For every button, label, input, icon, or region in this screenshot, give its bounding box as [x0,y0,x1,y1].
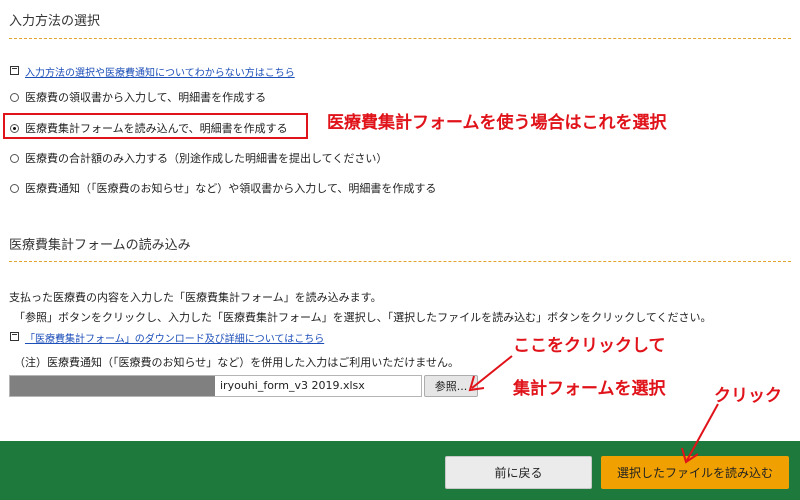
annotation-select-form: 集計フォームを選択 [513,379,666,399]
radio-button[interactable] [10,183,19,193]
radio-button[interactable] [10,92,19,102]
download-link[interactable]: 「医療費集計フォーム」のダウンロード及び詳細についてはこちら [25,330,324,345]
radio-option-receipts[interactable]: 医療費の領収書から入力して、明細書を作成する [10,89,266,105]
radio-label: 医療費の領収書から入力して、明細書を作成する [25,91,267,104]
arrow-to-browse-icon [468,355,513,392]
radio-button-selected[interactable] [10,123,19,133]
annotation-click-here: ここをクリックして [513,336,666,356]
description-line-1: 支払った医療費の内容を入力した「医療費集計フォーム」を読み込みます。 [9,291,382,304]
radio-option-notice[interactable]: 医療費通知（「医療費のお知らせ」など）や領収書から入力して、明細書を作成する [10,180,436,196]
help-link[interactable]: 入力方法の選択や医療費通知についてわからない方はこちら [25,64,295,79]
file-name: iryouhi_form_v3 2019.xlsx [220,379,365,392]
section-title-input-method: 入力方法の選択 [9,14,101,29]
section-divider [9,261,791,262]
radio-option-form[interactable]: 医療費集計フォームを読み込んで、明細書を作成する [10,120,288,136]
document-icon [10,332,19,341]
radio-label: 医療費の合計額のみ入力する（別途作成した明細書を提出してください） [25,152,388,165]
radio-label: 医療費集計フォームを読み込んで、明細書を作成する [25,122,288,135]
description-line-2: 「参照」ボタンをクリックし、入力した「医療費集計フォーム」を選択し、「選択したフ… [14,311,712,324]
radio-button[interactable] [10,153,19,163]
arrow-to-load-icon [681,403,719,464]
annotation-select-this: 医療費集計フォームを使う場合はこれを選択 [327,113,667,133]
back-button[interactable]: 前に戻る [445,456,592,489]
file-input[interactable]: iryouhi_form_v3 2019.xlsx [9,375,422,397]
note-text: （注）医療費通知（「医療費のお知らせ」など）を併用した入力はご利用いただけません… [14,356,459,369]
section-title-form-load: 医療費集計フォームの読み込み [9,238,191,253]
redacted-path [10,376,215,396]
radio-option-total[interactable]: 医療費の合計額のみ入力する（別途作成した明細書を提出してください） [10,150,387,166]
section-divider [9,38,791,39]
radio-label: 医療費通知（「医療費のお知らせ」など）や領収書から入力して、明細書を作成する [25,182,437,195]
document-icon [10,66,19,75]
